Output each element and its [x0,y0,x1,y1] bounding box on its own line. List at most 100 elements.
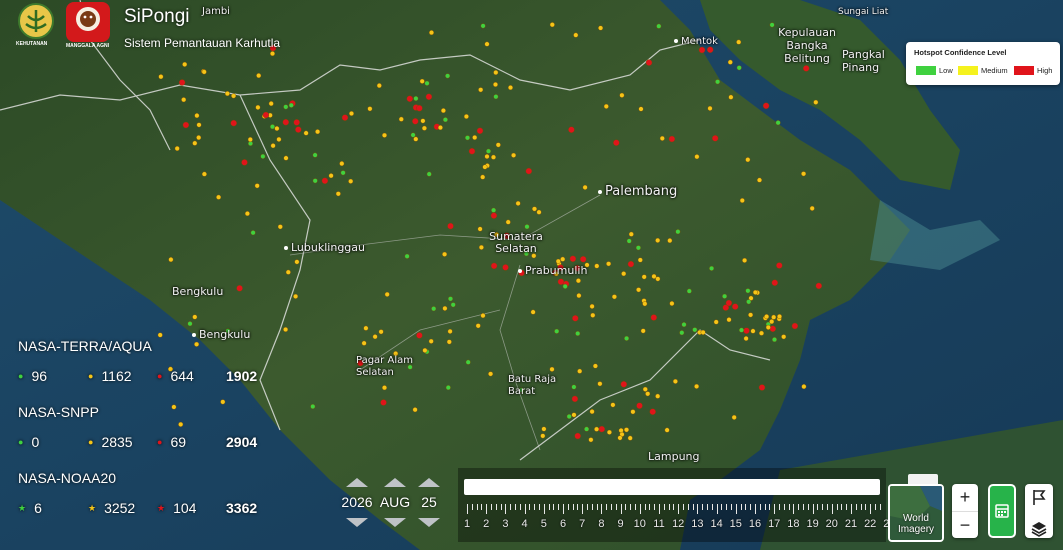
hotspot-marker[interactable] [412,407,418,413]
hotspot-marker[interactable] [758,384,766,391]
hotspot-marker[interactable] [555,258,561,264]
hotspot-marker[interactable] [672,378,678,384]
hotspot-marker[interactable] [285,269,291,275]
hotspot-marker[interactable] [315,129,321,135]
hotspot-marker[interactable] [700,329,706,335]
timeline-day-6[interactable]: 6 [560,518,566,530]
hotspot-marker[interactable] [295,126,302,133]
hotspot-marker[interactable] [465,359,471,365]
hotspot-marker[interactable] [569,255,577,262]
hotspot-marker[interactable] [224,91,230,97]
hotspot-marker[interactable] [809,205,815,211]
hotspot-marker[interactable] [231,93,237,99]
hotspot-marker[interactable] [627,435,633,441]
hotspot-marker[interactable] [442,251,448,257]
hotspot-marker[interactable] [582,184,588,190]
hotspot-marker[interactable] [478,87,484,93]
hotspot-marker[interactable] [571,395,579,403]
hotspot-marker[interactable] [442,305,448,311]
zoom-out-button[interactable]: − [952,512,978,539]
basemap-switcher[interactable]: World Imagery [888,484,944,542]
hotspot-marker[interactable] [505,219,511,225]
hotspot-marker[interactable] [262,111,270,119]
hotspot-marker[interactable] [283,155,289,161]
hotspot-marker[interactable] [425,93,433,101]
timeline-day-2[interactable]: 2 [483,518,489,530]
hotspot-marker[interactable] [776,262,783,269]
hotspot-marker[interactable] [707,46,714,53]
hotspot-marker[interactable] [603,103,609,109]
hotspot-marker[interactable] [649,408,656,415]
hotspot-marker[interactable] [728,94,734,100]
hotspot-marker[interactable] [771,314,777,320]
hotspot-marker[interactable] [288,102,294,108]
hotspot-marker[interactable] [490,212,498,219]
hotspot-marker[interactable] [187,321,193,327]
hotspot-marker[interactable] [178,421,184,427]
hotspot-marker[interactable] [743,327,750,334]
hotspot-marker[interactable] [463,113,469,119]
hotspot-marker[interactable] [398,116,404,122]
timeline-day-19[interactable]: 19 [806,518,818,530]
hotspot-marker[interactable] [637,257,643,263]
hotspot-marker[interactable] [442,117,448,123]
hotspot-marker[interactable] [777,314,783,320]
hotspot-marker[interactable] [745,288,751,294]
hotspot-marker[interactable] [624,335,630,341]
hotspot-marker[interactable] [801,384,807,390]
month-up-icon[interactable] [384,478,406,487]
hotspot-marker[interactable] [450,302,456,308]
hotspot-marker[interactable] [241,159,248,166]
hotspot-marker[interactable] [530,309,536,315]
hotspot-marker[interactable] [270,124,276,130]
hotspot-marker[interactable] [283,327,289,333]
hotspot-marker[interactable] [445,385,451,391]
hotspot-marker[interactable] [475,323,481,329]
hotspot-marker[interactable] [803,65,810,72]
hotspot-marker[interactable] [196,135,202,141]
hotspot-marker[interactable] [726,317,732,323]
hotspot-marker[interactable] [339,161,345,167]
hotspot-marker[interactable] [244,211,250,217]
hotspot-marker[interactable] [573,32,579,38]
hotspot-marker[interactable] [681,322,687,328]
hotspot-marker[interactable] [584,426,590,432]
hotspot-marker[interactable] [709,265,715,271]
month-down-icon[interactable] [384,518,406,527]
hotspot-marker[interactable] [361,340,367,346]
hotspot-marker[interactable] [293,119,300,126]
hotspot-marker[interactable] [478,244,484,250]
timeline-day-1[interactable]: 1 [464,518,470,530]
hotspot-marker[interactable] [484,153,490,159]
hotspot-marker[interactable] [598,425,605,433]
hotspot-marker[interactable] [655,237,661,243]
hotspot-marker[interactable] [448,296,454,302]
timeline-day-14[interactable]: 14 [710,518,722,530]
hotspot-marker[interactable] [270,143,276,149]
hotspot-marker[interactable] [524,224,530,230]
timeline-day-22[interactable]: 22 [864,518,876,530]
hotspot-marker[interactable] [574,432,581,440]
timeline-day-9[interactable]: 9 [618,518,624,530]
hotspot-marker[interactable] [781,334,787,340]
day-timeline[interactable]: 1234567891011121314151617181920212223 [458,468,896,542]
hotspot-marker[interactable] [413,95,419,101]
hotspot-marker[interactable] [341,114,349,121]
hotspot-marker[interactable] [382,132,388,138]
hotspot-marker[interactable] [606,261,612,267]
hotspot-marker[interactable] [650,314,657,321]
hotspot-marker[interactable] [511,152,517,158]
hotspot-marker[interactable] [413,136,419,142]
hotspot-marker[interactable] [736,65,742,71]
hotspot-marker[interactable] [508,85,514,91]
day-down-icon[interactable] [418,518,440,527]
hotspot-marker[interactable] [236,285,243,292]
hotspot-marker[interactable] [488,371,494,377]
hotspot-marker[interactable] [328,173,334,179]
timeline-day-4[interactable]: 4 [522,518,528,530]
hotspot-marker[interactable] [568,126,575,133]
timeline-day-10[interactable]: 10 [634,518,646,530]
hotspot-marker[interactable] [575,278,581,284]
hotspot-marker[interactable] [525,167,532,175]
hotspot-marker[interactable] [424,80,430,86]
